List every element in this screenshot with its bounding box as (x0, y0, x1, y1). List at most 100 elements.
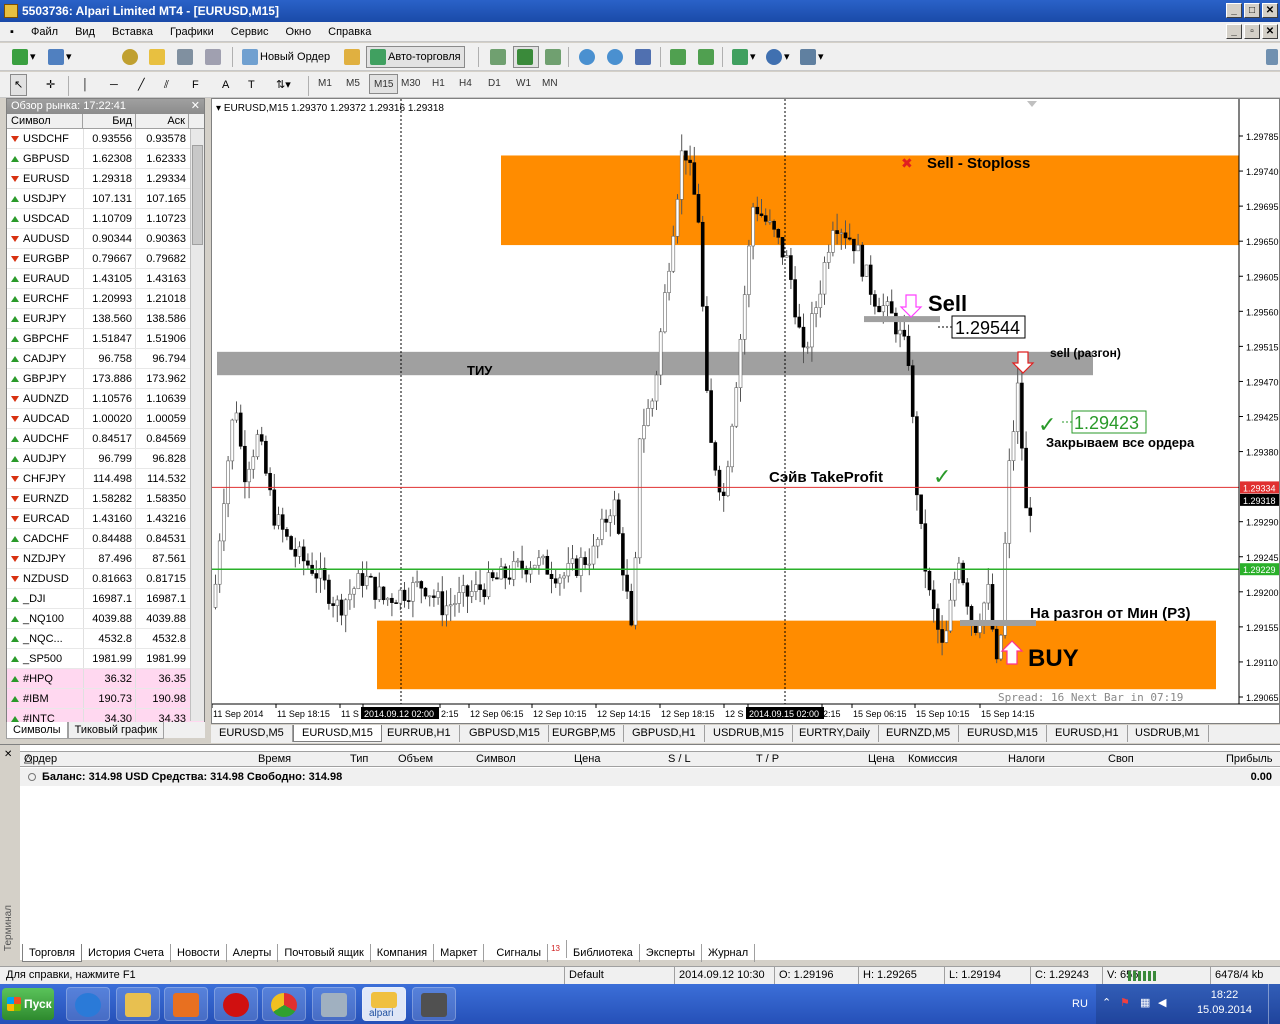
timeframe-h4[interactable]: H4 (455, 74, 476, 94)
terminal-icon[interactable] (173, 46, 199, 68)
chart-tab[interactable]: USDRUB,M15 (705, 725, 793, 742)
tab-history[interactable]: История Счета (82, 943, 172, 962)
chart-shift-icon[interactable] (666, 46, 692, 68)
horizontal-line-tool-icon[interactable]: ─ (106, 74, 122, 96)
child-minimize-button[interactable]: _ (1226, 24, 1242, 39)
chart-tab[interactable]: EURGBP,M5 (544, 725, 625, 742)
menu-insert[interactable]: Вставка (105, 22, 160, 42)
menu-tools[interactable]: Сервис (224, 22, 276, 42)
fibonacci-tool-icon[interactable]: F (188, 74, 203, 96)
app-menu-icon[interactable]: ▪ (0, 22, 21, 42)
tab-alerts[interactable]: Алерты (227, 943, 279, 962)
navigator-icon[interactable] (118, 46, 144, 68)
tab-mailbox[interactable]: Почтовый ящик (278, 943, 371, 962)
tab-company[interactable]: Компания (371, 943, 435, 962)
menu-view[interactable]: Вид (68, 22, 102, 42)
col-price2[interactable]: Цена (868, 752, 894, 767)
tab-signals[interactable]: Сигналы 13 (484, 940, 567, 962)
show-hidden-icons-icon[interactable]: ⌃ (1102, 996, 1111, 1009)
timeframe-m1[interactable]: M1 (314, 74, 336, 94)
price-chart[interactable]: 1.29334 1.29318 1.29229 ✖ Sell - Stoploss ТИУ… (212, 99, 1279, 723)
market-watch-row[interactable]: CADCHF 0.84488 0.84531 (7, 529, 204, 549)
col-tp[interactable]: T / P (756, 752, 779, 767)
tab-trade[interactable]: Торговля (22, 943, 82, 962)
community-icon[interactable] (1262, 46, 1280, 68)
col-time[interactable]: Время (258, 752, 291, 767)
terminal-close-icon[interactable]: ✕ (4, 749, 12, 760)
balance-row[interactable]: Баланс: 314.98 USD Средства: 314.98 Своб… (20, 768, 1280, 786)
market-watch-row[interactable]: #HPQ 36.32 36.35 (7, 669, 204, 689)
market-watch-row[interactable]: AUDCAD 1.00020 1.00059 (7, 409, 204, 429)
tab-symbols[interactable]: Символы (6, 722, 68, 739)
tab-journal[interactable]: Журнал (702, 943, 756, 962)
market-watch-row[interactable]: GBPCHF 1.51847 1.51906 (7, 329, 204, 349)
language-indicator[interactable]: RU (1064, 984, 1096, 1024)
tester-icon[interactable] (201, 46, 227, 68)
tab-experts[interactable]: Эксперты (640, 943, 703, 962)
column-symbol[interactable]: Символ (7, 114, 83, 128)
market-watch-row[interactable]: AUDJPY 96.799 96.828 (7, 449, 204, 469)
menu-help[interactable]: Справка (321, 22, 378, 42)
chart-tab[interactable]: EURUSD,H1 (1047, 725, 1128, 742)
volume-icon[interactable]: ◀ (1158, 996, 1166, 1009)
col-symbol[interactable]: Символ (476, 752, 516, 767)
calculator-icon[interactable] (312, 987, 356, 1021)
chart-tab[interactable]: EURRUB,H1 (379, 725, 460, 742)
chart-tab[interactable]: EURUSD,M15 (959, 725, 1047, 742)
market-watch-row[interactable]: CADJPY 96.758 96.794 (7, 349, 204, 369)
timeframe-d1[interactable]: D1 (484, 74, 505, 94)
zoom-in-icon[interactable] (575, 46, 601, 68)
trendline-tool-icon[interactable]: ╱ (134, 74, 149, 96)
menu-window[interactable]: Окно (279, 22, 319, 42)
new-order-button[interactable]: Новый Ордер (238, 46, 334, 68)
world-of-tanks-icon[interactable] (412, 987, 456, 1021)
col-volume[interactable]: Объем (398, 752, 433, 767)
chart-tab[interactable]: EURTRY,Daily (791, 725, 879, 742)
child-close-button[interactable]: ✕ (1262, 24, 1278, 39)
chart-tab[interactable]: USDRUB,M1 (1127, 725, 1209, 742)
show-desktop-button[interactable] (1268, 984, 1280, 1024)
vertical-line-tool-icon[interactable]: │ (78, 74, 93, 96)
clock[interactable]: 18:22 15.09.2014 (1197, 988, 1252, 1018)
menu-file[interactable]: Файл (24, 22, 65, 42)
line-chart-icon[interactable] (541, 46, 567, 68)
alpari-mt4-taskbar-button[interactable]: alpari (362, 987, 406, 1021)
chart-tab[interactable]: EURUSD,M15 (293, 725, 382, 742)
text-label-tool-icon[interactable]: T (244, 74, 259, 96)
channel-tool-icon[interactable]: ⫽ (160, 74, 173, 96)
chart-window[interactable]: 1.29334 1.29318 1.29229 ✖ Sell - Stoploss ТИУ… (211, 98, 1280, 724)
column-ask[interactable]: Аск (136, 114, 189, 128)
market-watch-row[interactable]: AUDUSD 0.90344 0.90363 (7, 229, 204, 249)
market-watch-row[interactable]: _DJI 16987.1 16987.1 (7, 589, 204, 609)
tile-windows-icon[interactable] (631, 46, 657, 68)
minimize-button[interactable]: _ (1226, 3, 1242, 18)
market-watch-row[interactable]: EURNZD 1.58282 1.58350 (7, 489, 204, 509)
cursor-tool-icon[interactable]: ↖ (10, 74, 28, 96)
bar-chart-icon[interactable] (486, 46, 512, 68)
timeframe-w1[interactable]: W1 (512, 74, 535, 94)
market-watch-row[interactable]: EURCHF 1.20993 1.21018 (7, 289, 204, 309)
favorites-icon[interactable] (145, 46, 171, 68)
market-watch-row[interactable]: GBPJPY 173.886 173.962 (7, 369, 204, 389)
col-commission[interactable]: Комиссия (908, 752, 957, 767)
timeframe-m30[interactable]: M30 (397, 74, 424, 94)
arrows-tool-icon[interactable]: ⇅▾ (272, 74, 295, 96)
metaeditor-icon[interactable] (340, 46, 366, 68)
market-watch-row[interactable]: NZDUSD 0.81663 0.81715 (7, 569, 204, 589)
market-watch-row[interactable]: EURJPY 138.560 138.586 (7, 309, 204, 329)
autotrading-button[interactable]: Авто-торговля (366, 46, 465, 68)
network-icon[interactable]: ▦ (1140, 996, 1150, 1009)
zoom-out-icon[interactable] (603, 46, 629, 68)
market-watch-row[interactable]: NZDJPY 87.496 87.561 (7, 549, 204, 569)
opera-icon[interactable] (214, 987, 258, 1021)
market-watch-row[interactable]: USDJPY 107.131 107.165 (7, 189, 204, 209)
ie-icon[interactable] (66, 987, 110, 1021)
tab-library[interactable]: Библиотека (567, 943, 640, 962)
market-watch-row[interactable]: AUDCHF 0.84517 0.84569 (7, 429, 204, 449)
timeframe-m5[interactable]: M5 (342, 74, 364, 94)
chart-tab[interactable]: GBPUSD,H1 (624, 725, 705, 742)
tab-tick-chart[interactable]: Тиковый график (67, 722, 165, 739)
scrollbar-thumb[interactable] (192, 145, 203, 245)
market-watch-row[interactable]: CHFJPY 114.498 114.532 (7, 469, 204, 489)
market-watch-row[interactable]: _NQ100 4039.88 4039.88 (7, 609, 204, 629)
